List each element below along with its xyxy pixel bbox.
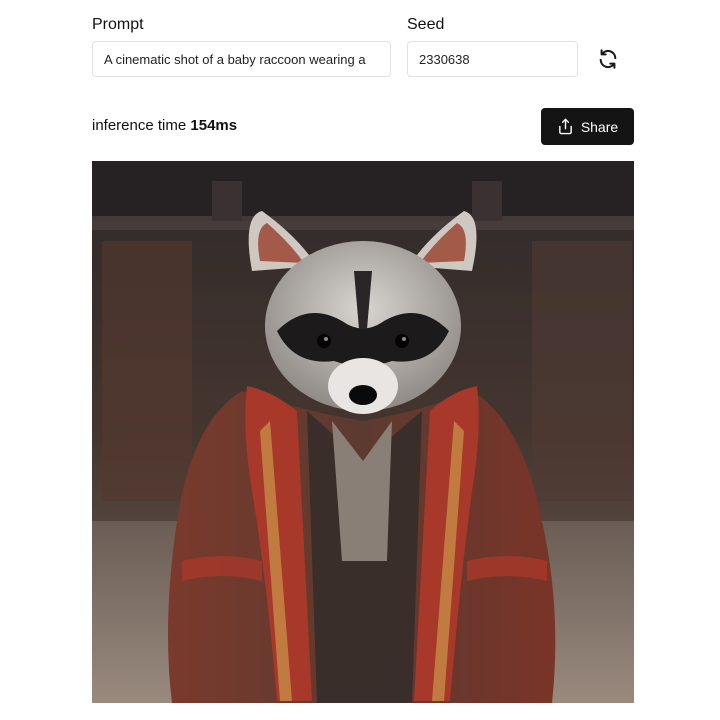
regenerate-seed-button[interactable] [592,43,624,75]
generated-image [92,161,634,703]
refresh-icon [599,49,617,69]
prompt-label: Prompt [92,16,144,33]
share-button[interactable]: Share [541,108,634,145]
share-upload-icon [558,118,572,135]
seed-label: Seed [407,16,445,33]
seed-input[interactable]: 2330638 [407,41,578,77]
share-label: Share [580,118,619,135]
prompt-input[interactable]: A cinematic shot of a baby raccoon weari… [92,41,391,77]
inference-time: inference time 154ms [92,117,237,134]
prompt-input-value: A cinematic shot of a baby raccoon weari… [104,51,366,67]
inference-label: inference time [92,117,187,134]
seed-input-value: 2330638 [419,51,470,67]
inference-value: 154ms [190,117,238,134]
